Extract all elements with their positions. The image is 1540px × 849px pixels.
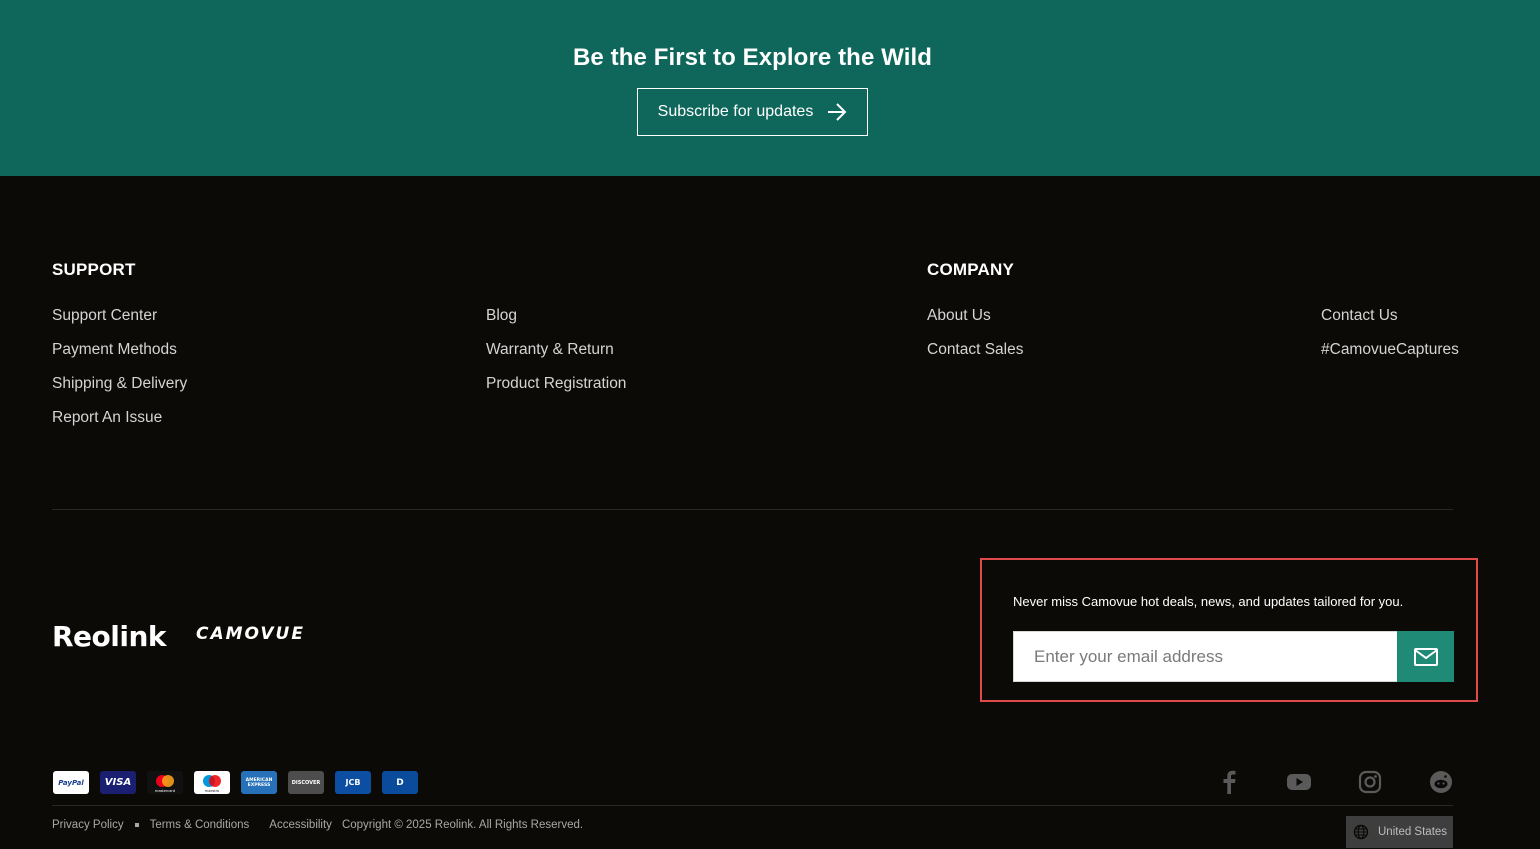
support-links-col2: Blog Warranty & Return Product Registrat… [486, 305, 626, 407]
company-heading: COMPANY [927, 260, 1015, 279]
subscribe-banner: Be the First to Explore the Wild Subscri… [0, 0, 1540, 176]
link-blog[interactable]: Blog [486, 305, 626, 339]
link-warranty-return[interactable]: Warranty & Return [486, 339, 626, 373]
subscribe-button[interactable]: Subscribe for updates [637, 88, 868, 136]
footer-divider [52, 509, 1453, 510]
company-links-col2: Contact Us #CamovueCaptures [1321, 305, 1459, 373]
link-payment-methods[interactable]: Payment Methods [52, 339, 187, 373]
arrow-right-icon [828, 103, 847, 121]
link-privacy-policy[interactable]: Privacy Policy [52, 819, 124, 831]
facebook-icon[interactable] [1215, 768, 1243, 796]
link-terms-conditions[interactable]: Terms & Conditions [150, 819, 250, 831]
link-camovue-captures[interactable]: #CamovueCaptures [1321, 339, 1459, 373]
support-links-col1: Support Center Payment Methods Shipping … [52, 305, 187, 441]
banner-title: Be the First to Explore the Wild [572, 44, 933, 71]
globe-icon [1353, 824, 1369, 840]
link-product-registration[interactable]: Product Registration [486, 373, 626, 407]
support-heading: SUPPORT [52, 260, 136, 279]
email-submit-button[interactable] [1397, 631, 1454, 682]
legal-bar: Privacy Policy Terms & Conditions Access… [52, 819, 583, 831]
instagram-icon[interactable] [1356, 768, 1384, 796]
camovue-logo[interactable]: CAMOVUE [196, 624, 305, 644]
copyright-text: Copyright © 2025 Reolink. All Rights Res… [341, 819, 584, 831]
link-about-us[interactable]: About Us [927, 305, 1024, 339]
reddit-icon[interactable] [1427, 768, 1455, 796]
bottom-divider [52, 805, 1453, 806]
separator-dot [134, 823, 139, 827]
link-accessibility[interactable]: Accessibility [269, 819, 332, 831]
reolink-logo[interactable]: Reolink [52, 620, 167, 653]
email-input[interactable] [1013, 631, 1398, 682]
link-contact-us[interactable]: Contact Us [1321, 305, 1459, 339]
newsletter-box: Never miss Camovue hot deals, news, and … [980, 558, 1478, 702]
link-report-issue[interactable]: Report An Issue [52, 407, 187, 441]
region-selector[interactable]: United States [1346, 816, 1453, 848]
social-links [0, 768, 1540, 798]
youtube-icon[interactable] [1285, 768, 1313, 796]
company-links-col1: About Us Contact Sales [927, 305, 1024, 373]
link-support-center[interactable]: Support Center [52, 305, 187, 339]
link-contact-sales[interactable]: Contact Sales [927, 339, 1024, 373]
subscribe-button-label: Subscribe for updates [657, 103, 814, 120]
link-shipping-delivery[interactable]: Shipping & Delivery [52, 373, 187, 407]
newsletter-text: Never miss Camovue hot deals, news, and … [1013, 594, 1404, 609]
envelope-icon [1413, 647, 1438, 666]
region-label: United States [1378, 826, 1448, 838]
